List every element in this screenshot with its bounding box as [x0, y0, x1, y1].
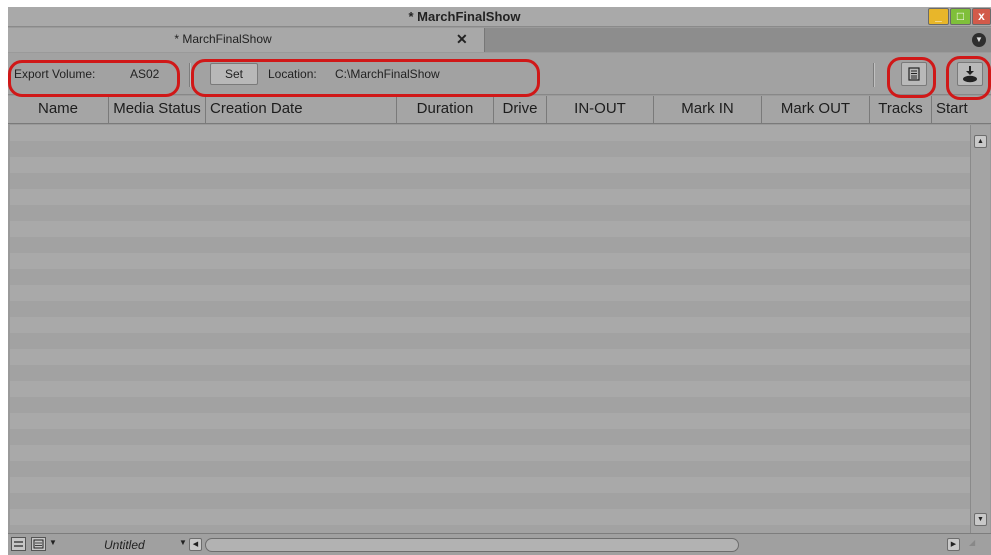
export-settings-highlight — [946, 56, 991, 100]
column-header-start[interactable]: Start — [932, 96, 991, 124]
scroll-up-arrow-icon[interactable]: ▲ — [974, 135, 987, 148]
scroll-left-arrow-icon[interactable]: ◀ — [189, 538, 202, 551]
vertical-scrollbar[interactable]: ▲ ▼ — [970, 125, 990, 533]
horizontal-scrollbar[interactable] — [205, 538, 739, 552]
column-header-name[interactable]: Name — [8, 96, 109, 124]
scroll-down-arrow-icon[interactable]: ▼ — [974, 513, 987, 526]
view-dropdown-arrow-icon[interactable]: ▼ — [49, 538, 57, 547]
empty-row-stripe — [10, 493, 970, 509]
empty-row-stripe — [10, 413, 970, 429]
column-header-creation-date[interactable]: Creation Date — [206, 96, 397, 124]
minimize-button[interactable]: _ — [928, 8, 949, 25]
empty-row-stripe — [10, 301, 970, 317]
column-header-drive[interactable]: Drive — [494, 96, 547, 124]
empty-row-stripe — [10, 125, 970, 141]
empty-row-stripe — [10, 173, 970, 189]
empty-row-stripe — [10, 429, 970, 445]
close-window-button[interactable]: x — [972, 8, 991, 25]
empty-row-stripe — [10, 237, 970, 253]
empty-row-stripe — [10, 349, 970, 365]
bin-menu-icon[interactable] — [11, 537, 26, 551]
text-view-icon-glyph — [33, 539, 44, 549]
toolbar-divider — [873, 63, 875, 87]
export-volume-highlight — [8, 60, 180, 97]
resize-corner-icon[interactable]: ◢ — [969, 538, 975, 547]
empty-row-stripe — [10, 189, 970, 205]
column-header-row: Name Media Status Creation Date Duration… — [8, 96, 991, 124]
location-highlight — [191, 59, 540, 97]
column-header-mark-in[interactable]: Mark IN — [654, 96, 762, 124]
column-header-media-status[interactable]: Media Status — [109, 96, 206, 124]
empty-row-stripe — [10, 525, 970, 533]
tab-close-button[interactable]: ✕ — [456, 31, 468, 48]
empty-row-stripe — [10, 253, 970, 269]
empty-row-stripe — [10, 461, 970, 477]
empty-row-stripe — [10, 381, 970, 397]
empty-row-stripe — [10, 333, 970, 349]
maximize-button[interactable]: □ — [950, 8, 971, 25]
empty-row-stripe — [10, 285, 970, 301]
empty-row-stripe — [10, 141, 970, 157]
bin-view-name[interactable]: Untitled — [104, 538, 145, 552]
empty-row-stripe — [10, 269, 970, 285]
column-header-in-out[interactable]: IN-OUT — [547, 96, 654, 124]
empty-row-stripe — [10, 445, 970, 461]
empty-row-stripe — [10, 397, 970, 413]
tab-marchfinalshow[interactable]: * MarchFinalShow ✕ — [8, 28, 485, 52]
empty-row-stripe — [10, 477, 970, 493]
column-header-duration[interactable]: Duration — [397, 96, 494, 124]
empty-row-stripe — [10, 365, 970, 381]
bin-view-dropdown-icon[interactable]: ▼ — [179, 538, 187, 547]
chevron-down-circle-icon[interactable]: ▼ — [972, 33, 986, 47]
empty-row-stripe — [10, 221, 970, 237]
list-view-highlight — [887, 57, 936, 98]
bin-menu-icon-glyph — [14, 541, 23, 547]
bin-window: * MarchFinalShow _ □ x * MarchFinalShow … — [8, 7, 991, 555]
column-header-mark-out[interactable]: Mark OUT — [762, 96, 870, 124]
title-bar[interactable]: * MarchFinalShow _ □ x — [8, 7, 991, 27]
empty-row-stripe — [10, 317, 970, 333]
bin-bottom-bar: ▼ Untitled ▼ ◀ ▶ ◢ — [8, 533, 991, 555]
empty-row-stripe — [10, 509, 970, 525]
window-title: * MarchFinalShow — [408, 9, 521, 24]
scroll-right-arrow-icon[interactable]: ▶ — [947, 538, 960, 551]
empty-row-stripe — [10, 157, 970, 173]
column-header-tracks[interactable]: Tracks — [870, 96, 932, 124]
tab-bar: * MarchFinalShow ✕ ▼ — [8, 28, 991, 52]
tab-label: * MarchFinalShow — [174, 32, 272, 46]
text-view-icon[interactable] — [31, 537, 46, 551]
bin-list[interactable] — [10, 125, 970, 533]
empty-row-stripe — [10, 205, 970, 221]
